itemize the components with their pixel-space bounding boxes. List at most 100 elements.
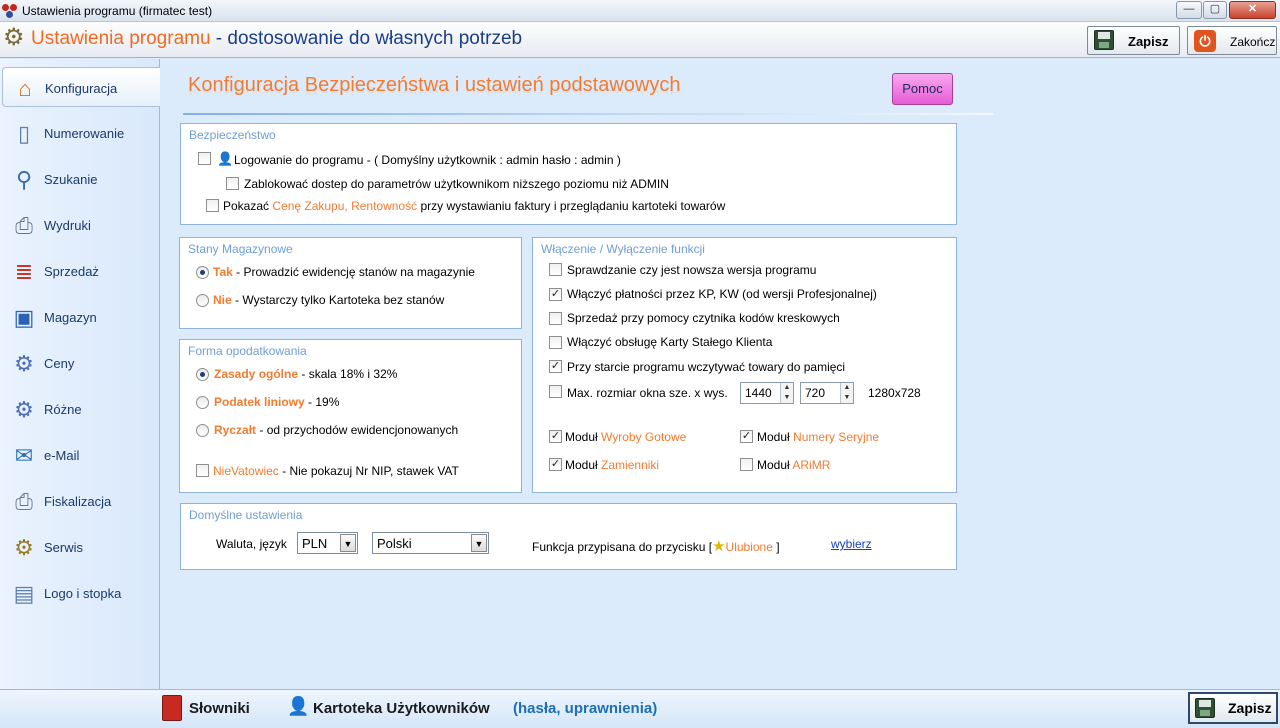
- users-registry-button[interactable]: Kartoteka Użytkowników: [313, 700, 490, 717]
- window-width-spinner[interactable]: 1440 ▲ ▼: [740, 382, 794, 404]
- cog-icon: ⚙: [14, 397, 34, 422]
- document-icon: ▯: [17, 121, 31, 146]
- sidebar-item-logo-stopka[interactable]: ▤ Logo i stopka: [2, 573, 160, 613]
- sidebar-item-label: Numerowanie: [44, 126, 125, 141]
- spinner-arrows-icon[interactable]: ▲ ▼: [780, 383, 793, 403]
- tax-linear-radio[interactable]: [196, 396, 209, 409]
- maximize-button[interactable]: ▢: [1203, 1, 1227, 19]
- tax-general-label: Zasady ogólne - skala 18% i 32%: [214, 367, 397, 381]
- show-cost-highlight: Cenę Zakupu, Rentowność: [272, 199, 418, 213]
- close-button[interactable]: ✕: [1229, 1, 1276, 19]
- max-window-checkbox[interactable]: [549, 385, 562, 398]
- header-title-sub: dostosowanie do własnych potrzeb: [227, 28, 523, 49]
- sidebar-item-sprzedaz[interactable]: ≣ Sprzedaż: [2, 251, 160, 291]
- security-group-title: Bezpieczeństwo: [189, 128, 276, 142]
- language-select[interactable]: Polski ▼: [372, 532, 489, 554]
- sidebar-item-szukanie[interactable]: ⚲ Szukanie: [2, 159, 160, 199]
- currency-value: PLN: [302, 536, 328, 551]
- bottom-bar: Słowniki 👤 Kartoteka Użytkowników (hasła…: [0, 689, 1280, 728]
- non-vat-checkbox[interactable]: [196, 464, 209, 477]
- stock-yes-text: - Prowadzić ewidencję stanów na magazyni…: [232, 265, 475, 279]
- sidebar-item-rozne[interactable]: ⚙ Różne: [2, 389, 160, 429]
- loyalty-card-checkbox[interactable]: [549, 336, 562, 349]
- user-icon: 👤: [217, 151, 234, 166]
- functions-group: Włączenie / Wyłączenie funkcji Sprawdzan…: [532, 237, 957, 493]
- payments-checkbox[interactable]: ✓: [549, 288, 562, 301]
- favorites-name: Ulubione: [725, 540, 773, 554]
- fiscal-printer-icon: ⎙: [15, 489, 33, 514]
- sidebar-item-fiskalizacja[interactable]: ⎙ Fiskalizacja: [2, 481, 160, 521]
- module-substitutes-checkbox[interactable]: ✓: [549, 458, 562, 471]
- stock-yes-key: Tak: [213, 265, 233, 279]
- module-finished-goods-checkbox[interactable]: ✓: [549, 430, 562, 443]
- sidebar-item-label: Logo i stopka: [44, 586, 122, 601]
- non-vat-key: NieVatowiec: [213, 464, 279, 478]
- sidebar-item-label: Ceny: [44, 356, 75, 371]
- sidebar-item-wydruki[interactable]: ⎙ Wydruki: [2, 205, 160, 245]
- stock-no-radio[interactable]: [196, 294, 209, 307]
- favorites-function-label: Funkcja przypisana do przycisku [★Ulubio…: [532, 537, 780, 555]
- save-button-label: Zapisz: [1128, 34, 1169, 49]
- module-serial-numbers-checkbox[interactable]: ✓: [740, 430, 753, 443]
- stock-yes-radio[interactable]: [196, 266, 209, 279]
- login-checkbox[interactable]: [198, 152, 211, 165]
- stock-no-text: - Wystarczy tylko Kartoteka bez stanów: [231, 293, 445, 307]
- payments-label: Włączyć płatności przez KP, KW (od wersj…: [567, 287, 877, 301]
- module-name: Zamienniki: [601, 458, 660, 472]
- stock-yes-label: Tak - Prowadzić ewidencję stanów na maga…: [213, 265, 475, 279]
- floppy-disk-icon: [1195, 698, 1215, 718]
- chevron-down-icon[interactable]: ▼: [340, 534, 356, 552]
- floppy-disk-icon: [1094, 30, 1114, 50]
- header-title-separator: -: [210, 28, 228, 49]
- block-params-checkbox[interactable]: [226, 177, 239, 190]
- printer-icon: ⎙: [15, 213, 33, 238]
- sidebar-item-label: Różne: [44, 402, 82, 417]
- sidebar-item-ceny[interactable]: ⚙ Ceny: [2, 343, 160, 383]
- module-arimr-checkbox[interactable]: [740, 458, 753, 471]
- security-group: Bezpieczeństwo 👤 Logowanie do programu -…: [180, 123, 957, 225]
- preload-goods-checkbox[interactable]: ✓: [549, 360, 562, 373]
- sidebar-item-serwis[interactable]: ⚙ Serwis: [2, 527, 160, 567]
- save-button[interactable]: Zapisz: [1087, 26, 1180, 55]
- dictionary-book-icon: [162, 695, 182, 721]
- bottom-save-button[interactable]: Zapisz: [1188, 692, 1278, 724]
- dictionaries-button[interactable]: Słowniki: [189, 700, 250, 717]
- invoice-icon: ≣: [14, 259, 34, 284]
- sidebar-item-email[interactable]: ✉ e-Mail: [2, 435, 160, 475]
- window-width-value: 1440: [745, 386, 772, 400]
- exit-button[interactable]: ⏻ Zakończ: [1187, 26, 1277, 55]
- help-button[interactable]: Pomoc: [892, 73, 953, 105]
- sidebar-item-label: Serwis: [44, 540, 84, 555]
- chevron-down-icon[interactable]: ▼: [471, 534, 487, 552]
- tax-general-text: - skala 18% i 32%: [298, 367, 398, 381]
- stock-no-key: Nie: [213, 293, 232, 307]
- star-icon: ★: [712, 538, 726, 555]
- window-height-spinner[interactable]: 720 ▲ ▼: [800, 382, 854, 404]
- sidebar-item-magazyn[interactable]: ▣ Magazyn: [2, 297, 160, 337]
- defaults-group: Domyślne ustawienia Waluta, język PLN ▼ …: [180, 503, 957, 570]
- sidebar-item-label: e-Mail: [44, 448, 80, 463]
- barcode-checkbox[interactable]: [549, 312, 562, 325]
- sidebar-item-label: Szukanie: [44, 172, 98, 187]
- bottom-save-label: Zapisz: [1228, 700, 1272, 716]
- sidebar-item-label: Sprzedaż: [44, 264, 99, 279]
- tax-lumpsum-radio[interactable]: [196, 424, 209, 437]
- tax-general-radio[interactable]: [196, 368, 209, 381]
- show-cost-checkbox[interactable]: [206, 199, 219, 212]
- tax-lumpsum-key: Ryczałt: [214, 423, 257, 437]
- user-icon: 👤: [287, 696, 310, 716]
- spinner-arrows-icon[interactable]: ▲ ▼: [840, 383, 853, 403]
- module-substitutes-label: Moduł Zamienniki: [565, 458, 659, 472]
- currency-select[interactable]: PLN ▼: [297, 532, 358, 554]
- window-titlebar: Ustawienia programu (firmatec test) — ▢ …: [0, 0, 1280, 22]
- sidebar-item-konfiguracja[interactable]: ⌂ Konfiguracja: [2, 67, 160, 107]
- header-title-main: Ustawienia programu: [31, 28, 211, 49]
- sidebar-item-numerowanie[interactable]: ▯ Numerowanie: [2, 113, 160, 153]
- choose-function-link[interactable]: wybierz: [831, 537, 872, 551]
- stock-group-title: Stany Magazynowe: [188, 242, 293, 256]
- main-panel: Konfiguracja Bezpieczeństwa i ustawień p…: [161, 59, 1280, 689]
- check-update-checkbox[interactable]: [549, 263, 562, 276]
- tax-lumpsum-label: Ryczałt - od przychodów ewidencjonowanyc…: [214, 423, 458, 437]
- currency-language-label: Waluta, język: [216, 537, 287, 551]
- minimize-button[interactable]: —: [1176, 1, 1202, 19]
